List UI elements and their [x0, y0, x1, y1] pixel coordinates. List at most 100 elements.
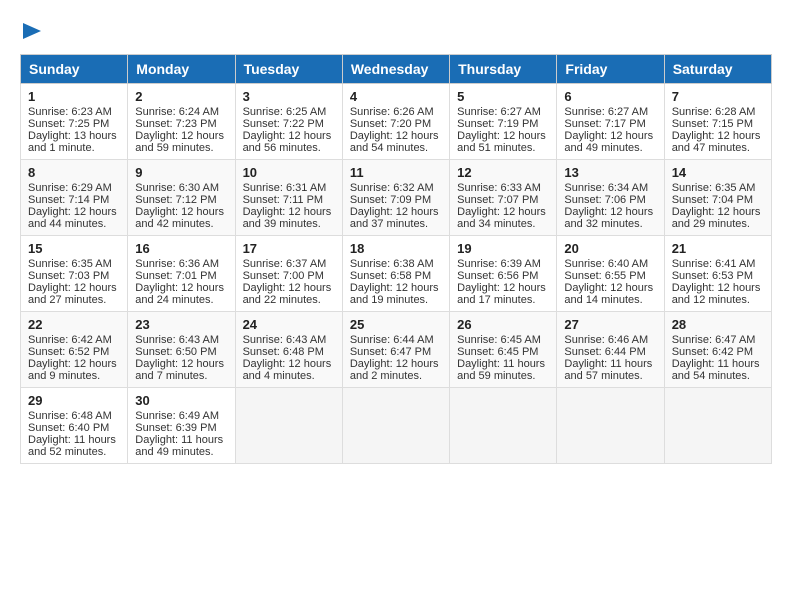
day-number: 19: [457, 241, 549, 256]
day-header-saturday: Saturday: [664, 55, 771, 84]
daylight-text: Daylight: 11 hours and 49 minutes.: [135, 434, 227, 458]
sunset-text: Sunset: 7:07 PM: [457, 194, 549, 206]
sunrise-text: Sunrise: 6:47 AM: [672, 334, 764, 346]
day-header-thursday: Thursday: [450, 55, 557, 84]
sunset-text: Sunset: 7:25 PM: [28, 118, 120, 130]
daylight-text: Daylight: 11 hours and 57 minutes.: [564, 358, 656, 382]
calendar-cell: 10Sunrise: 6:31 AMSunset: 7:11 PMDayligh…: [235, 160, 342, 236]
sunrise-text: Sunrise: 6:39 AM: [457, 258, 549, 270]
sunrise-text: Sunrise: 6:49 AM: [135, 410, 227, 422]
calendar-cell: 2Sunrise: 6:24 AMSunset: 7:23 PMDaylight…: [128, 84, 235, 160]
day-number: 11: [350, 165, 442, 180]
sunrise-text: Sunrise: 6:31 AM: [243, 182, 335, 194]
calendar-cell: 28Sunrise: 6:47 AMSunset: 6:42 PMDayligh…: [664, 312, 771, 388]
day-header-wednesday: Wednesday: [342, 55, 449, 84]
daylight-text: Daylight: 12 hours and 54 minutes.: [350, 130, 442, 154]
sunset-text: Sunset: 7:17 PM: [564, 118, 656, 130]
page-header: [20, 20, 772, 44]
day-number: 13: [564, 165, 656, 180]
calendar-cell: 24Sunrise: 6:43 AMSunset: 6:48 PMDayligh…: [235, 312, 342, 388]
sunset-text: Sunset: 6:44 PM: [564, 346, 656, 358]
calendar-week-4: 22Sunrise: 6:42 AMSunset: 6:52 PMDayligh…: [21, 312, 772, 388]
day-number: 24: [243, 317, 335, 332]
calendar-cell: 26Sunrise: 6:45 AMSunset: 6:45 PMDayligh…: [450, 312, 557, 388]
calendar-cell: 21Sunrise: 6:41 AMSunset: 6:53 PMDayligh…: [664, 236, 771, 312]
sunrise-text: Sunrise: 6:40 AM: [564, 258, 656, 270]
sunset-text: Sunset: 6:56 PM: [457, 270, 549, 282]
sunset-text: Sunset: 6:55 PM: [564, 270, 656, 282]
sunset-text: Sunset: 7:20 PM: [350, 118, 442, 130]
day-number: 12: [457, 165, 549, 180]
sunrise-text: Sunrise: 6:27 AM: [457, 106, 549, 118]
sunset-text: Sunset: 7:03 PM: [28, 270, 120, 282]
sunrise-text: Sunrise: 6:25 AM: [243, 106, 335, 118]
sunset-text: Sunset: 6:53 PM: [672, 270, 764, 282]
calendar-cell: 25Sunrise: 6:44 AMSunset: 6:47 PMDayligh…: [342, 312, 449, 388]
day-number: 14: [672, 165, 764, 180]
daylight-text: Daylight: 12 hours and 7 minutes.: [135, 358, 227, 382]
sunset-text: Sunset: 7:04 PM: [672, 194, 764, 206]
calendar-cell: 14Sunrise: 6:35 AMSunset: 7:04 PMDayligh…: [664, 160, 771, 236]
calendar-cell: [557, 388, 664, 464]
sunrise-text: Sunrise: 6:36 AM: [135, 258, 227, 270]
sunrise-text: Sunrise: 6:23 AM: [28, 106, 120, 118]
daylight-text: Daylight: 13 hours and 1 minute.: [28, 130, 120, 154]
calendar-cell: 11Sunrise: 6:32 AMSunset: 7:09 PMDayligh…: [342, 160, 449, 236]
day-number: 30: [135, 393, 227, 408]
calendar-cell: [664, 388, 771, 464]
day-number: 3: [243, 89, 335, 104]
day-header-tuesday: Tuesday: [235, 55, 342, 84]
day-number: 1: [28, 89, 120, 104]
sunrise-text: Sunrise: 6:33 AM: [457, 182, 549, 194]
calendar-table: SundayMondayTuesdayWednesdayThursdayFrid…: [20, 54, 772, 464]
sunrise-text: Sunrise: 6:27 AM: [564, 106, 656, 118]
daylight-text: Daylight: 12 hours and 56 minutes.: [243, 130, 335, 154]
day-number: 9: [135, 165, 227, 180]
sunrise-text: Sunrise: 6:30 AM: [135, 182, 227, 194]
sunrise-text: Sunrise: 6:26 AM: [350, 106, 442, 118]
calendar-cell: 27Sunrise: 6:46 AMSunset: 6:44 PMDayligh…: [557, 312, 664, 388]
sunset-text: Sunset: 7:06 PM: [564, 194, 656, 206]
sunset-text: Sunset: 7:01 PM: [135, 270, 227, 282]
daylight-text: Daylight: 12 hours and 17 minutes.: [457, 282, 549, 306]
calendar-cell: 1 Sunrise: 6:23 AMSunset: 7:25 PMDaylight…: [21, 84, 128, 160]
daylight-text: Daylight: 12 hours and 2 minutes.: [350, 358, 442, 382]
day-number: 4: [350, 89, 442, 104]
calendar-week-2: 8Sunrise: 6:29 AMSunset: 7:14 PMDaylight…: [21, 160, 772, 236]
sunset-text: Sunset: 7:09 PM: [350, 194, 442, 206]
daylight-text: Daylight: 12 hours and 47 minutes.: [672, 130, 764, 154]
sunrise-text: Sunrise: 6:29 AM: [28, 182, 120, 194]
day-number: 28: [672, 317, 764, 332]
calendar-cell: 29Sunrise: 6:48 AMSunset: 6:40 PMDayligh…: [21, 388, 128, 464]
calendar-cell: 22Sunrise: 6:42 AMSunset: 6:52 PMDayligh…: [21, 312, 128, 388]
calendar-week-3: 15Sunrise: 6:35 AMSunset: 7:03 PMDayligh…: [21, 236, 772, 312]
calendar-cell: 3Sunrise: 6:25 AMSunset: 7:22 PMDaylight…: [235, 84, 342, 160]
day-number: 29: [28, 393, 120, 408]
day-number: 22: [28, 317, 120, 332]
sunrise-text: Sunrise: 6:38 AM: [350, 258, 442, 270]
logo-arrow-icon: [23, 22, 41, 44]
calendar-body: 1Sunrise: 6:23 AMSunset: 7:25 PMDaylight…: [21, 84, 772, 464]
day-header-monday: Monday: [128, 55, 235, 84]
calendar-cell: 18Sunrise: 6:38 AMSunset: 6:58 PMDayligh…: [342, 236, 449, 312]
day-header-friday: Friday: [557, 55, 664, 84]
daylight-text: Daylight: 12 hours and 9 minutes.: [28, 358, 120, 382]
sunrise-text: Sunrise: 6:35 AM: [672, 182, 764, 194]
sunset-text: Sunset: 7:00 PM: [243, 270, 335, 282]
day-number: 6: [564, 89, 656, 104]
calendar-week-5: 29Sunrise: 6:48 AMSunset: 6:40 PMDayligh…: [21, 388, 772, 464]
logo: [20, 20, 41, 44]
sunrise-text: Sunrise: 6:41 AM: [672, 258, 764, 270]
day-number: 7: [672, 89, 764, 104]
daylight-text: Daylight: 12 hours and 44 minutes.: [28, 206, 120, 230]
sunrise-text: Sunrise: 6:34 AM: [564, 182, 656, 194]
daylight-text: Daylight: 12 hours and 49 minutes.: [564, 130, 656, 154]
day-number: 16: [135, 241, 227, 256]
sunrise-text: Sunrise: 6:28 AM: [672, 106, 764, 118]
sunset-text: Sunset: 7:23 PM: [135, 118, 227, 130]
sunrise-text: Sunrise: 6:43 AM: [243, 334, 335, 346]
calendar-cell: 15Sunrise: 6:35 AMSunset: 7:03 PMDayligh…: [21, 236, 128, 312]
daylight-text: Daylight: 11 hours and 52 minutes.: [28, 434, 120, 458]
sunset-text: Sunset: 6:48 PM: [243, 346, 335, 358]
calendar-cell: 17Sunrise: 6:37 AMSunset: 7:00 PMDayligh…: [235, 236, 342, 312]
